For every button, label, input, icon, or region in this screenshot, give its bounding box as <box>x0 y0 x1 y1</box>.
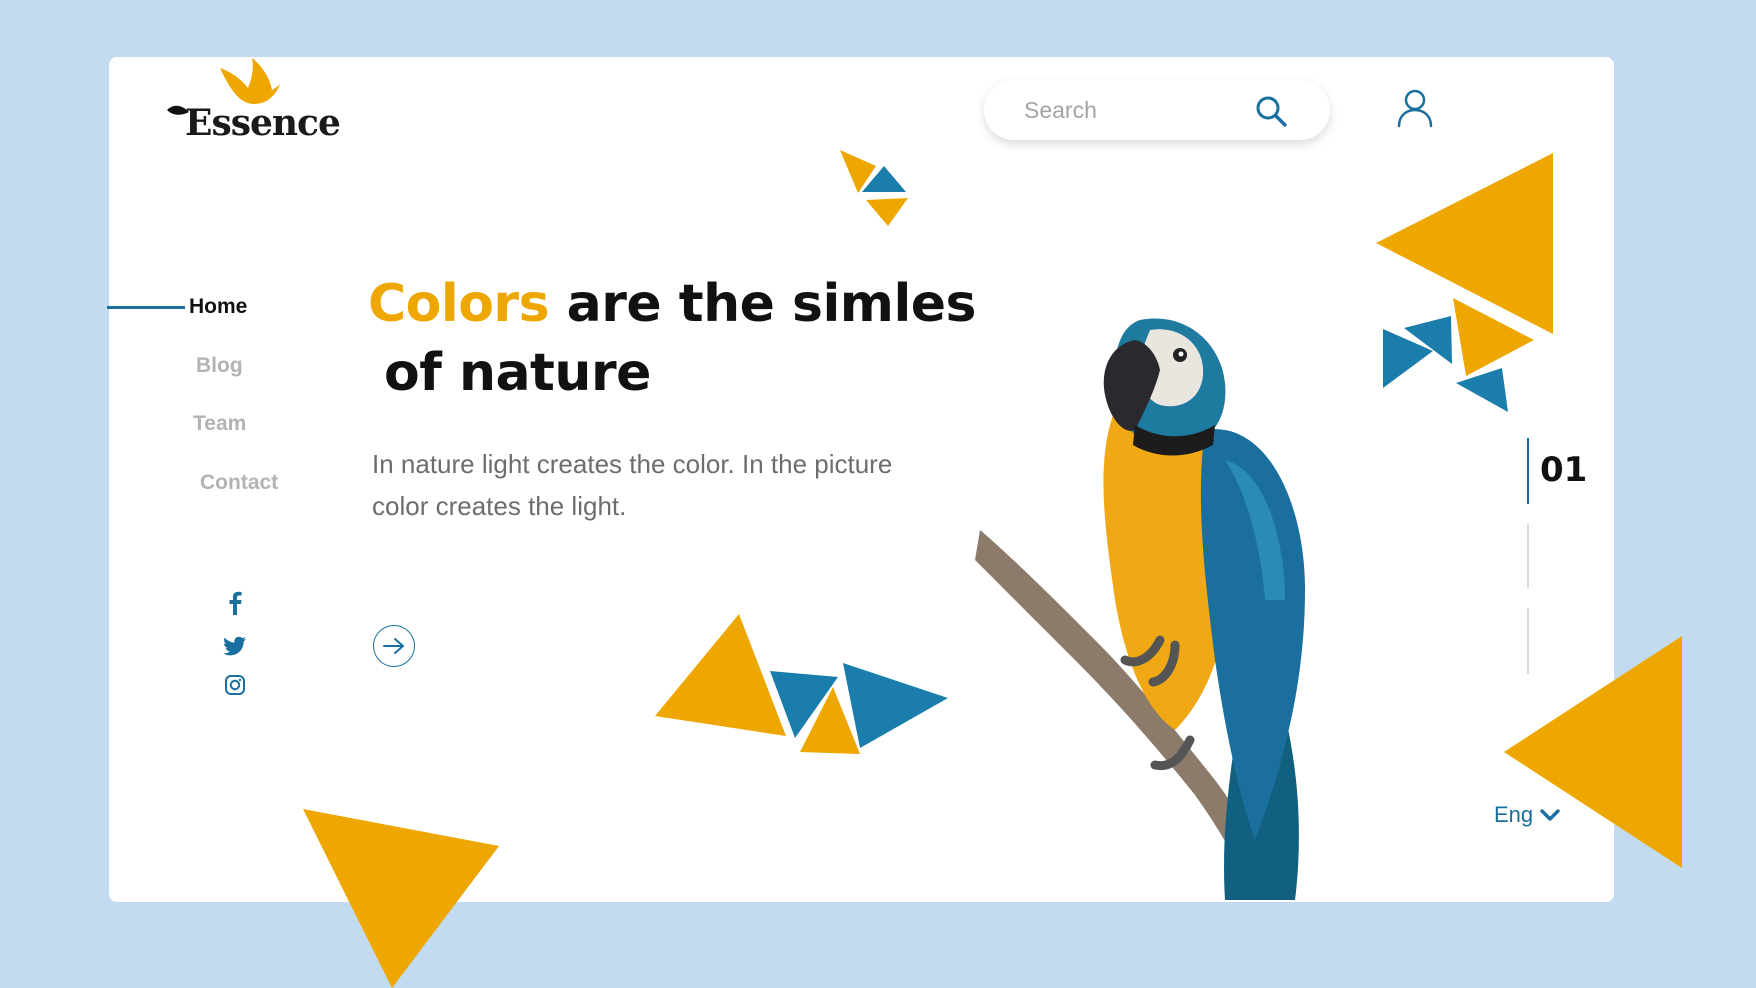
logo-text: Essence <box>185 102 341 144</box>
facebook-icon[interactable] <box>222 589 248 615</box>
hero-description: In nature light creates the color. In th… <box>372 449 893 521</box>
arrow-right-icon <box>383 638 404 654</box>
slide-indicator-1[interactable] <box>1527 438 1529 504</box>
parrot-image <box>975 318 1305 900</box>
search-input[interactable] <box>1022 95 1266 125</box>
nav-item-contact[interactable]: Contact <box>200 471 278 495</box>
slide-indicator-3[interactable] <box>1527 608 1529 674</box>
slide-number: 01 <box>1540 450 1588 490</box>
nav-item-team[interactable]: Team <box>193 412 246 436</box>
search-icon[interactable] <box>1254 94 1288 128</box>
language-selector[interactable]: Eng <box>1494 802 1561 828</box>
headline-accent: Colors <box>368 274 550 334</box>
headline-rest: are the simles <box>549 274 977 334</box>
language-label: Eng <box>1494 802 1534 827</box>
nav-item-home[interactable]: Home <box>189 295 247 319</box>
user-icon[interactable] <box>1396 88 1434 128</box>
swallow-logo-icon <box>220 58 280 104</box>
logo[interactable]: Essence <box>165 58 341 148</box>
search-bar[interactable] <box>984 80 1330 140</box>
active-nav-indicator <box>107 306 185 309</box>
instagram-icon[interactable] <box>222 672 248 698</box>
slide-indicator-2[interactable] <box>1527 524 1529 588</box>
next-arrow-button[interactable] <box>373 625 415 667</box>
hero-headline: Colors are the simles of nature <box>368 270 988 408</box>
chevron-down-icon <box>1540 809 1560 821</box>
nav-item-blog[interactable]: Blog <box>196 354 243 378</box>
twitter-icon[interactable] <box>222 633 248 659</box>
headline-line2: of nature <box>384 343 651 403</box>
